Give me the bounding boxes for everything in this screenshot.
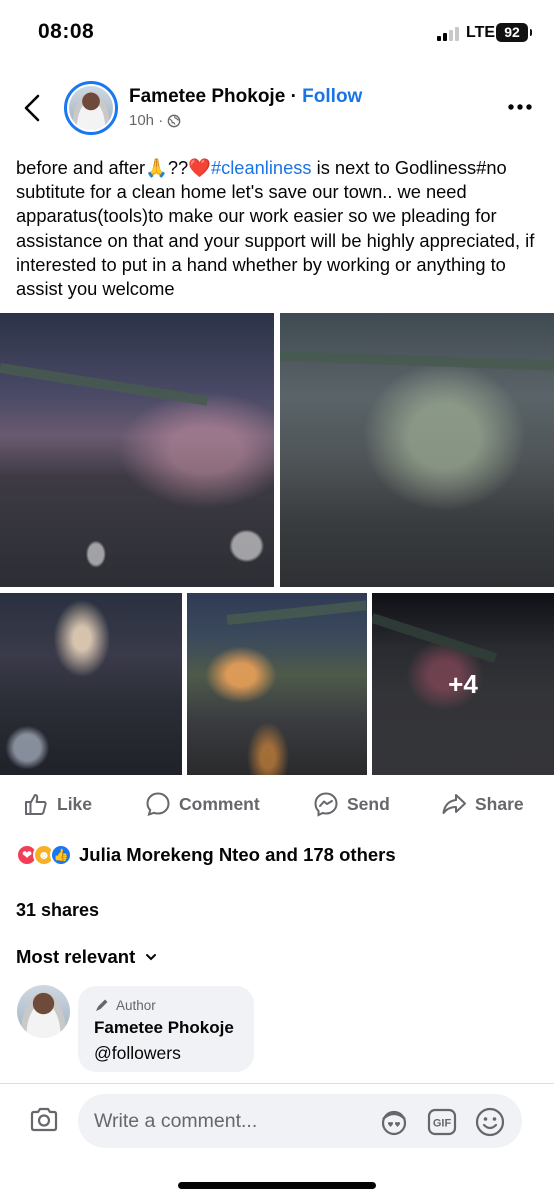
- like-button[interactable]: Like: [23, 786, 92, 822]
- post-photo-5[interactable]: +4: [372, 593, 554, 775]
- smiley-icon: [475, 1107, 505, 1137]
- send-label: Send: [347, 793, 390, 814]
- follow-button[interactable]: Follow: [302, 86, 362, 107]
- reaction-summary[interactable]: ❤ ☻ 👍 Julia Morekeng Nteo and 178 others: [16, 844, 396, 866]
- pencil-icon: [96, 999, 108, 1011]
- post-text-rest: is next to Godliness#no subtitute for a …: [16, 157, 535, 300]
- network-label: LTE: [466, 24, 496, 41]
- post-photo-3[interactable]: [0, 593, 182, 775]
- hashtag-link[interactable]: #cleanliness: [211, 157, 312, 178]
- post-header-title: Fametee Phokoje · Follow: [129, 86, 362, 108]
- home-indicator[interactable]: [178, 1182, 376, 1189]
- gif-icon: GIF: [427, 1108, 457, 1136]
- author-badge-label: Author: [116, 997, 156, 1013]
- author-name[interactable]: Fametee Phokoje: [129, 86, 285, 107]
- share-button[interactable]: Share: [441, 786, 524, 822]
- post-photo-4[interactable]: [187, 593, 367, 775]
- share-label: Share: [475, 793, 524, 814]
- reactors-text[interactable]: Julia Morekeng Nteo and 178 others: [79, 844, 396, 866]
- post-text-start: before and after🙏??❤️: [16, 157, 211, 178]
- battery-icon: 92: [496, 23, 532, 42]
- comment-bubble[interactable]: Author Fametee Phokoje @followers: [78, 986, 254, 1072]
- avatar-sticker-button[interactable]: [378, 1106, 410, 1138]
- comment-text: @followers: [94, 1043, 181, 1063]
- status-time: 08:08: [38, 20, 95, 43]
- commenter-name[interactable]: Fametee Phokoje: [94, 1018, 234, 1038]
- more-icon: [508, 104, 532, 110]
- shares-count[interactable]: 31 shares: [16, 900, 99, 921]
- commenter-avatar[interactable]: [17, 985, 70, 1038]
- post-photo-1[interactable]: [0, 313, 274, 587]
- emoji-button[interactable]: [474, 1106, 506, 1138]
- comment-button[interactable]: Comment: [145, 786, 260, 822]
- chevron-left-icon: [24, 94, 40, 122]
- post-meta: 10h ·: [129, 112, 181, 129]
- thumbs-up-icon: [25, 794, 47, 815]
- svg-text:GIF: GIF: [433, 1118, 452, 1130]
- post-photo-2[interactable]: [280, 313, 554, 587]
- status-bar: 08:08 LTE 92: [0, 0, 554, 66]
- comment-label: Comment: [179, 793, 260, 814]
- camera-button[interactable]: [28, 1104, 60, 1136]
- messenger-icon: [314, 792, 338, 817]
- more-options-button[interactable]: [505, 97, 535, 117]
- like-label: Like: [57, 793, 93, 814]
- post-text: before and after🙏??❤️#cleanliness is nex…: [16, 156, 542, 301]
- like-icon: 👍: [50, 844, 72, 866]
- gif-button[interactable]: GIF: [426, 1106, 458, 1138]
- author-badge: Author: [94, 997, 156, 1013]
- camera-icon: [30, 1107, 58, 1132]
- globe-icon: [167, 114, 181, 127]
- send-button[interactable]: Send: [313, 786, 390, 822]
- author-avatar[interactable]: [64, 81, 118, 135]
- post-time[interactable]: 10h ·: [129, 112, 163, 129]
- comment-icon: [146, 792, 170, 817]
- post-actions: Like Comment Send Share: [0, 786, 554, 822]
- back-button[interactable]: [18, 88, 48, 128]
- signal-icon: [437, 27, 459, 41]
- chevron-down-icon: [146, 954, 157, 961]
- avatar-sticker-icon: [381, 1110, 407, 1136]
- share-icon: [442, 794, 466, 814]
- separator: ·: [290, 86, 297, 107]
- sort-label: Most relevant: [16, 946, 136, 967]
- more-photos-count: +4: [448, 669, 478, 699]
- comment-sort-dropdown[interactable]: Most relevant: [16, 946, 157, 968]
